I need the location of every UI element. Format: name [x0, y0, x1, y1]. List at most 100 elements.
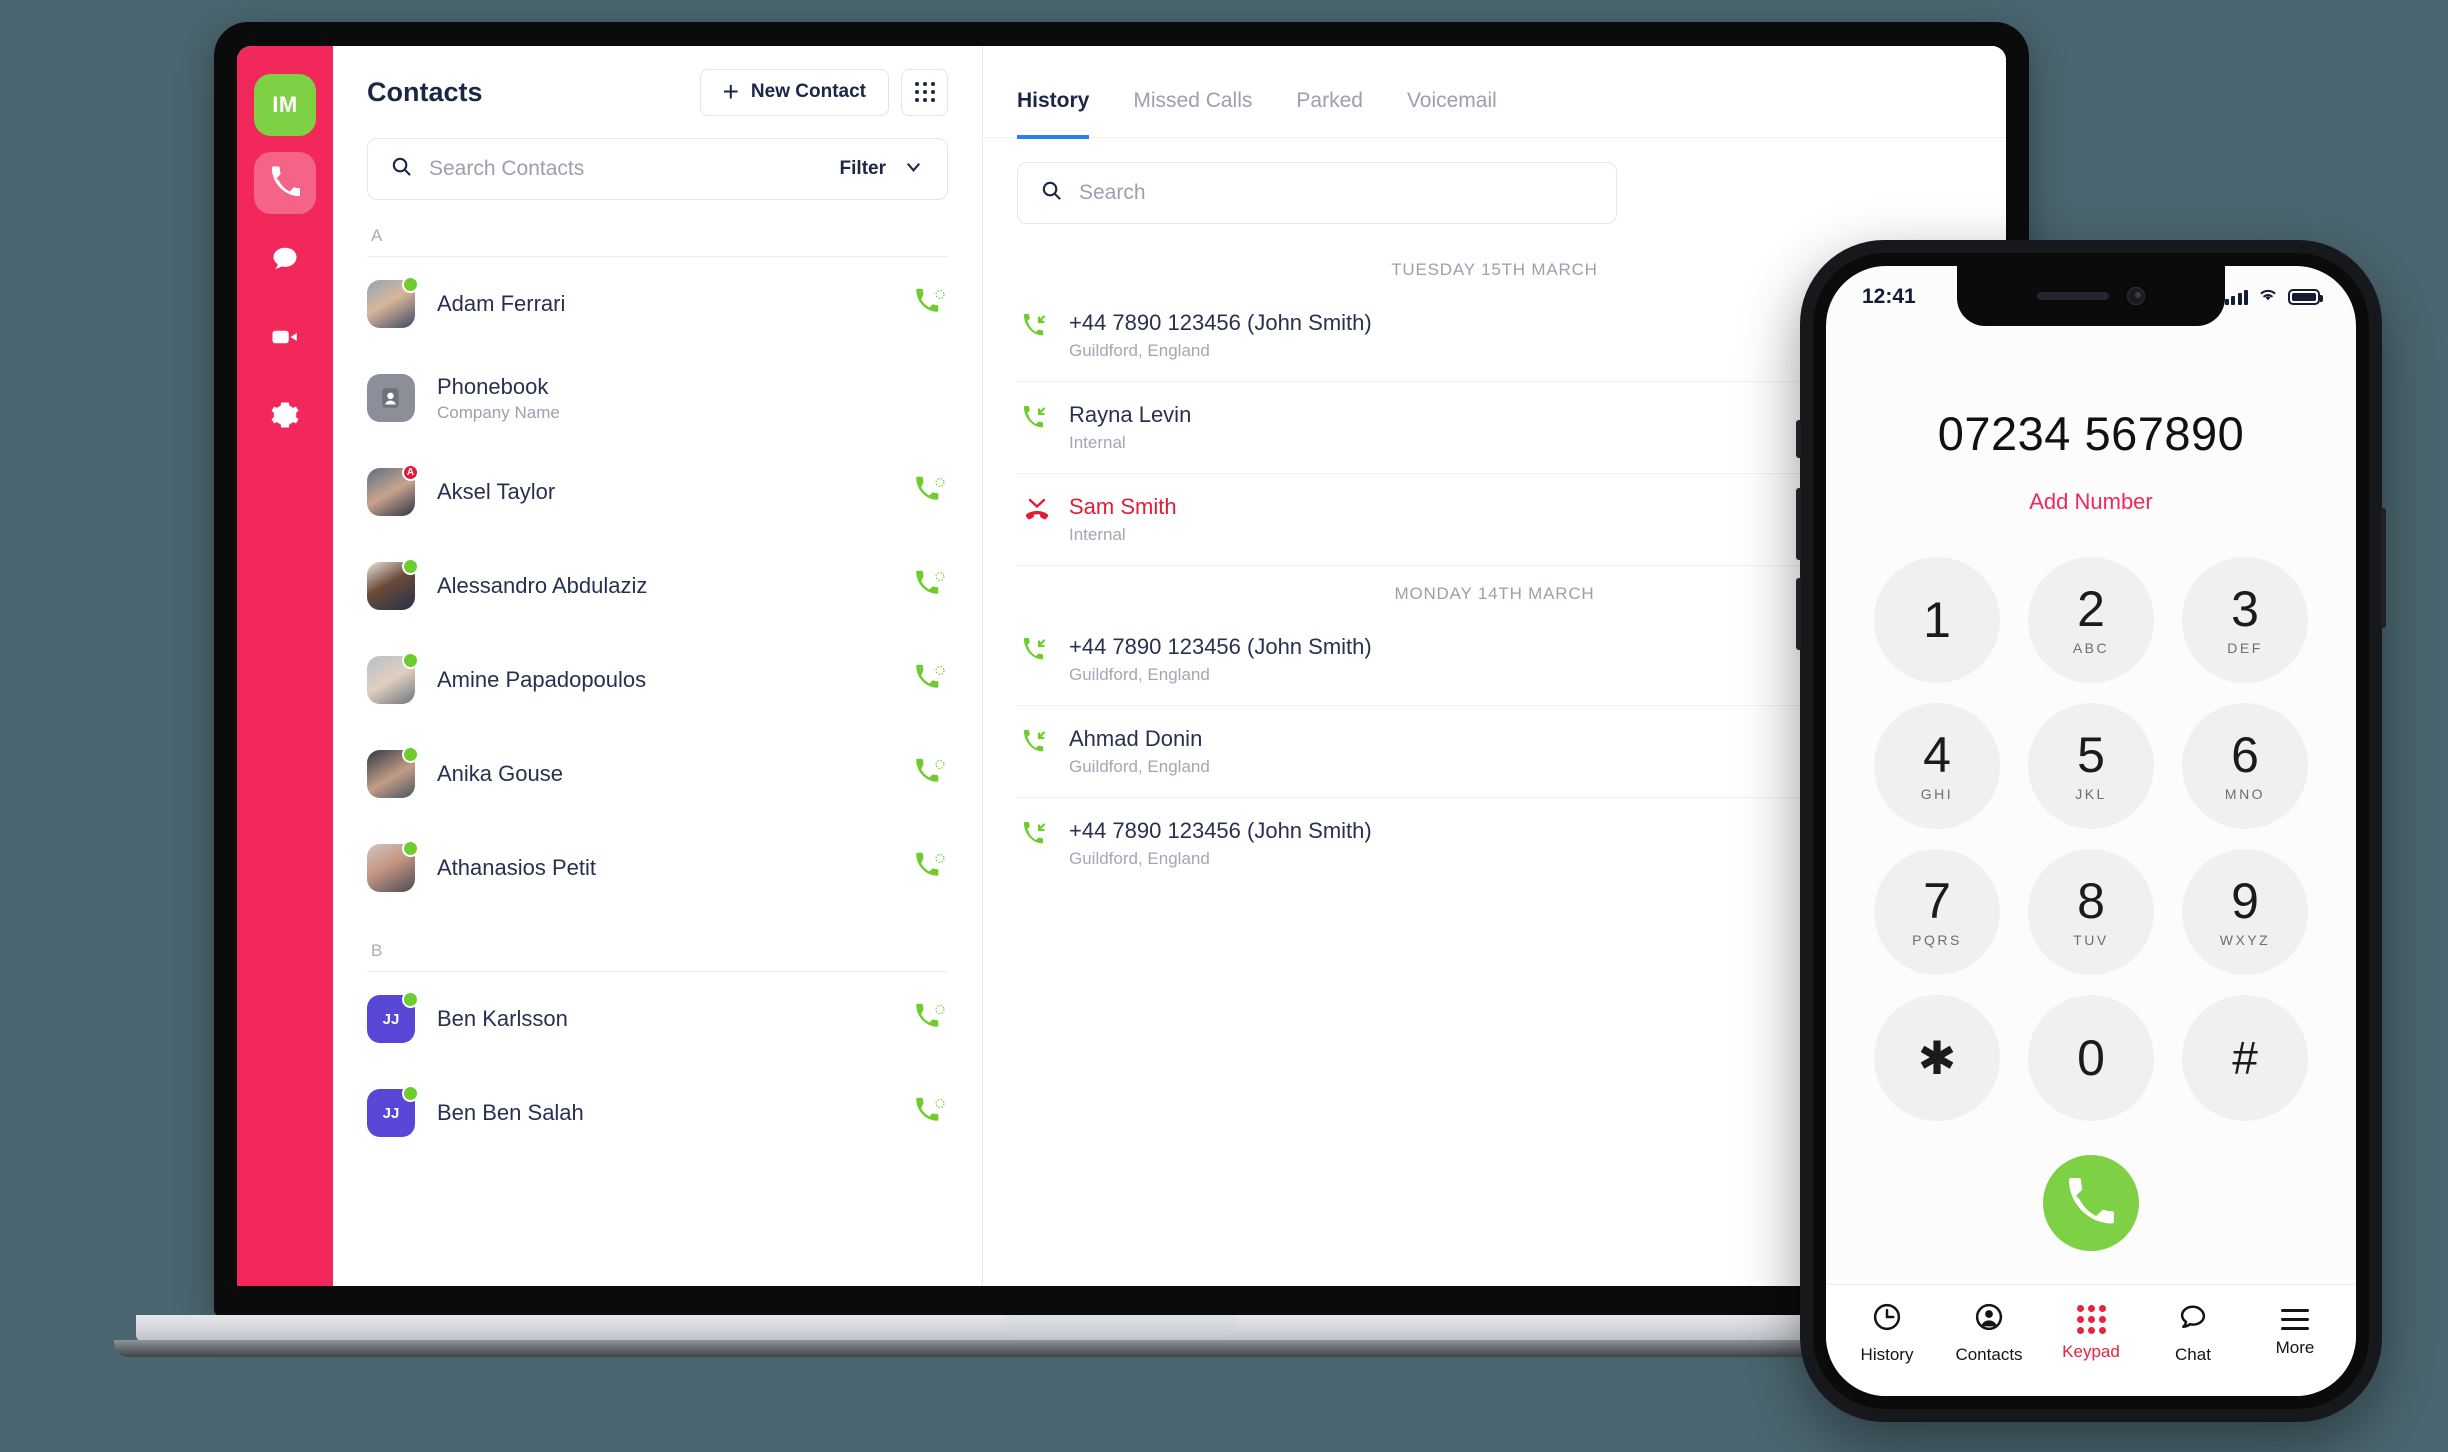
phone-tab-more[interactable]: More: [2249, 1309, 2341, 1358]
chat-bubble-icon: [270, 244, 300, 279]
phone-tab-history[interactable]: History: [1841, 1302, 1933, 1365]
status-badge: [402, 1085, 419, 1102]
keypad-key-5[interactable]: 5 JKL: [2028, 703, 2154, 829]
contacts-pane: Contacts + New Contact Search Contacts F…: [333, 46, 983, 1286]
phone-tab-keypad[interactable]: Keypad: [2045, 1305, 2137, 1362]
phone-mute-switch[interactable]: [1796, 420, 1801, 458]
contact-name: Alessandro Abdulaziz: [437, 573, 648, 598]
signal-bars-icon: [2224, 289, 2248, 305]
rail-item-settings[interactable]: [254, 386, 316, 448]
avatar: A: [367, 464, 419, 516]
grid-view-button[interactable]: [901, 68, 948, 116]
contacts-search-input[interactable]: Search Contacts: [429, 157, 824, 181]
contact-name: Aksel Taylor: [437, 479, 556, 504]
key-digit: 9: [2231, 873, 2259, 929]
user-avatar-initials[interactable]: IM: [254, 74, 316, 136]
keypad-key-9[interactable]: 9 WXYZ: [2182, 849, 2308, 975]
call-contact-icon[interactable]: [914, 287, 948, 321]
tab-missed-calls[interactable]: Missed Calls: [1133, 89, 1252, 139]
contact-row[interactable]: Adam Ferrari: [367, 257, 948, 351]
contact-row[interactable]: JJ Ben Karlsson: [367, 972, 948, 1066]
contact-row[interactable]: Athanasios Petit: [367, 821, 948, 915]
phone-tab-chat[interactable]: Chat: [2147, 1302, 2239, 1365]
status-badge: [402, 991, 419, 1008]
phone-tab-bar: History Contacts Keypad Chat More: [1826, 1284, 2356, 1396]
new-contact-button[interactable]: + New Contact: [699, 68, 889, 116]
phone-tab-label: History: [1860, 1345, 1914, 1364]
tab-history[interactable]: History: [1017, 89, 1090, 139]
keypad-key-1[interactable]: 1: [1874, 557, 2000, 683]
rail-item-phone[interactable]: [254, 152, 316, 214]
filter-label[interactable]: Filter: [840, 158, 886, 180]
key-letters: GHI: [1920, 786, 1954, 802]
phone-bezel: 12:41 07234 567890 Add Number 1 2 ABC 3 …: [1813, 253, 2369, 1409]
phone-icon: [2068, 1177, 2115, 1229]
keypad-key-2[interactable]: 2 ABC: [2028, 557, 2154, 683]
keypad-key-4[interactable]: 4 GHI: [1874, 703, 2000, 829]
contact-row[interactable]: JJ Ben Ben Salah: [367, 1066, 948, 1160]
keypad-key-hash[interactable]: #: [2182, 995, 2308, 1121]
contact-row[interactable]: Anika Gouse: [367, 727, 948, 821]
key-digit: 8: [2077, 873, 2105, 929]
chevron-down-icon[interactable]: [902, 155, 925, 183]
call-contact-icon[interactable]: [914, 1002, 948, 1036]
history-title: +44 7890 123456 (John Smith): [1069, 310, 1372, 335]
contacts-search-box[interactable]: Search Contacts Filter: [367, 138, 948, 200]
contact-name: Adam Ferrari: [437, 291, 566, 316]
history-tabs: History Missed Calls Parked Voicemail: [983, 46, 2006, 139]
call-button[interactable]: [2043, 1155, 2139, 1251]
keypad-key-6[interactable]: 6 MNO: [2182, 703, 2308, 829]
key-digit: 3: [2231, 581, 2259, 637]
phone-power-button[interactable]: [2381, 508, 2386, 628]
hamburger-icon: [2281, 1309, 2309, 1330]
app-sidebar-rail: IM: [237, 46, 333, 1286]
contact-row[interactable]: A Aksel Taylor: [367, 445, 948, 539]
key-digit: 4: [1923, 727, 1951, 783]
key-letters: TUV: [2073, 932, 2109, 948]
laptop-device: IM Contacts + New Contact Search Contact…: [114, 22, 2129, 1357]
contacts-group-letter: A: [367, 200, 948, 257]
contacts-group-letter: B: [367, 915, 948, 972]
call-contact-icon[interactable]: [914, 663, 948, 697]
contact-row[interactable]: Amine Papadopoulos: [367, 633, 948, 727]
call-contact-icon[interactable]: [914, 569, 948, 603]
tab-voicemail[interactable]: Voicemail: [1407, 89, 1497, 139]
wifi-icon: [2257, 286, 2279, 308]
incoming-call-icon: [1023, 637, 1051, 665]
keypad-key-7[interactable]: 7 PQRS: [1874, 849, 2000, 975]
history-subtitle: Internal: [1069, 433, 1126, 452]
call-contact-icon[interactable]: [914, 475, 948, 509]
add-number-link[interactable]: Add Number: [1826, 489, 2356, 515]
avatar: JJ: [367, 991, 419, 1043]
contact-name: Amine Papadopoulos: [437, 667, 647, 692]
incoming-call-icon: [1023, 729, 1051, 757]
phone-volume-down-button[interactable]: [1796, 578, 1801, 650]
phone-volume-up-button[interactable]: [1796, 488, 1801, 560]
keypad-key-3[interactable]: 3 DEF: [2182, 557, 2308, 683]
call-contact-icon[interactable]: [914, 851, 948, 885]
history-search-box[interactable]: Search: [1017, 162, 1617, 224]
dialer-number-display[interactable]: 07234 567890: [1826, 406, 2356, 461]
contact-row[interactable]: Phonebook Company Name: [367, 351, 948, 445]
key-digit: #: [2232, 1032, 2258, 1084]
phone-tab-label: Chat: [2175, 1345, 2211, 1364]
phonebook-icon: [367, 374, 415, 422]
call-contact-icon[interactable]: [914, 757, 948, 791]
phone-tab-contacts[interactable]: Contacts: [1943, 1302, 2035, 1365]
key-digit: 2: [2077, 581, 2105, 637]
call-contact-icon[interactable]: [914, 1096, 948, 1130]
tab-parked[interactable]: Parked: [1296, 89, 1363, 139]
rail-item-video[interactable]: [254, 308, 316, 370]
contact-row[interactable]: Alessandro Abdulaziz: [367, 539, 948, 633]
keypad-key-8[interactable]: 8 TUV: [2028, 849, 2154, 975]
status-badge: [402, 746, 419, 763]
keypad-dots-icon: [2076, 1305, 2106, 1334]
rail-item-chat[interactable]: [254, 230, 316, 292]
history-search-input[interactable]: Search: [1079, 181, 1146, 205]
contact-name: Athanasios Petit: [437, 855, 596, 880]
avatar: [367, 374, 415, 422]
keypad-key-0[interactable]: 0: [2028, 995, 2154, 1121]
dialer-keypad: 1 2 ABC 3 DEF 4 GHI 5 JKL 6 MNO 7 PQRS 8…: [1826, 557, 2356, 1121]
key-letters: WXYZ: [2219, 932, 2271, 948]
keypad-key-star[interactable]: ✱: [1874, 995, 2000, 1121]
